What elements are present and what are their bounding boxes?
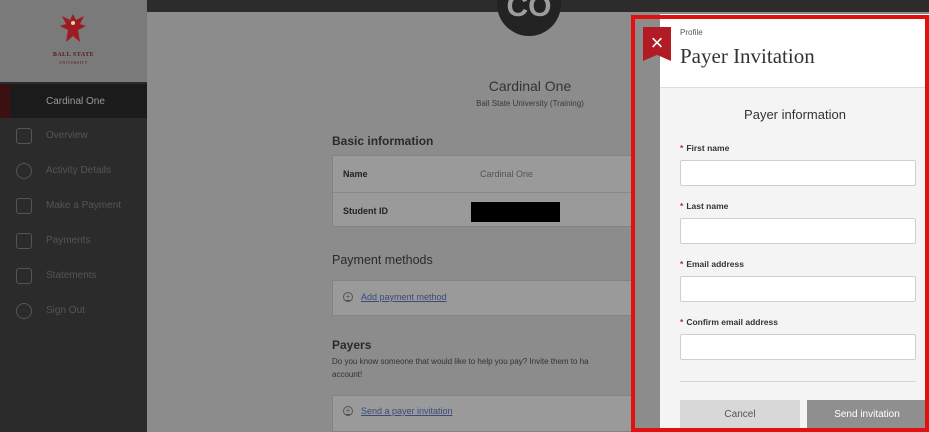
name-row: Name Cardinal One [333,156,633,192]
sidebar-item-label: Activity Details [46,165,112,176]
sidebar: BALL STATE UNIVERSITY Cardinal One Overv… [0,0,147,432]
highlight-box [631,15,929,432]
student-id-label: Student ID [343,205,388,216]
payers-description-line1: Do you know someone that would like to h… [332,357,589,366]
basic-info-card: Name Cardinal One Student ID [332,155,633,228]
add-payment-method-link[interactable]: + Add payment method [343,292,447,302]
basic-info-title: Basic information [332,134,434,148]
statement-icon [16,267,32,284]
sidebar-nav: Cardinal One Overview Activity Details M… [0,84,147,328]
add-payment-method-label: Add payment method [361,292,447,302]
logo-text-line1: BALL STATE [52,52,95,58]
sidebar-item-cardinal-one[interactable]: Cardinal One [0,84,147,118]
sidebar-item-label: Payments [46,235,91,246]
redacted-student-id [471,202,560,222]
payers-description-line2: account! [332,370,363,379]
student-id-row: Student ID [333,192,633,228]
payment-methods-title: Payment methods [332,253,433,267]
sidebar-item-activity-details[interactable]: Activity Details [0,153,147,188]
sign-out-icon [16,302,32,319]
sidebar-item-label: Statements [46,270,97,281]
profile-name: Cardinal One [488,78,572,94]
add-circle-icon: + [343,292,353,302]
sidebar-item-label: Sign Out [46,305,85,316]
profile-subtitle: Ball State University (Training) [476,99,584,108]
screen: BALL STATE UNIVERSITY Cardinal One Overv… [0,0,929,432]
sidebar-item-label: Cardinal One [46,95,105,107]
sidebar-item-label: Make a Payment [46,200,122,211]
logo-text-line2: UNIVERSITY [59,60,88,65]
home-icon [16,127,32,144]
dollar-icon [16,232,32,249]
sidebar-item-make-a-payment[interactable]: Make a Payment [0,188,147,223]
sidebar-item-payments[interactable]: Payments [0,223,147,258]
sidebar-item-sign-out[interactable]: Sign Out [0,293,147,328]
add-circle-icon: + [343,406,353,416]
payment-icon [16,197,32,214]
payers-title: Payers [332,338,372,352]
name-value: Cardinal One [480,169,534,179]
payers-description: Do you know someone that would like to h… [332,355,662,381]
university-logo[interactable]: BALL STATE UNIVERSITY [0,0,147,82]
sidebar-item-overview[interactable]: Overview [0,118,147,153]
sidebar-item-label: Overview [46,130,88,141]
name-label: Name [343,169,368,179]
user-icon [16,93,32,109]
send-payer-invitation-label: Send a payer invitation [361,406,453,416]
send-payer-invitation-link[interactable]: + Send a payer invitation [343,406,453,416]
clock-icon [16,162,32,179]
cardinal-logo-icon [60,14,86,42]
sidebar-item-statements[interactable]: Statements [0,258,147,293]
